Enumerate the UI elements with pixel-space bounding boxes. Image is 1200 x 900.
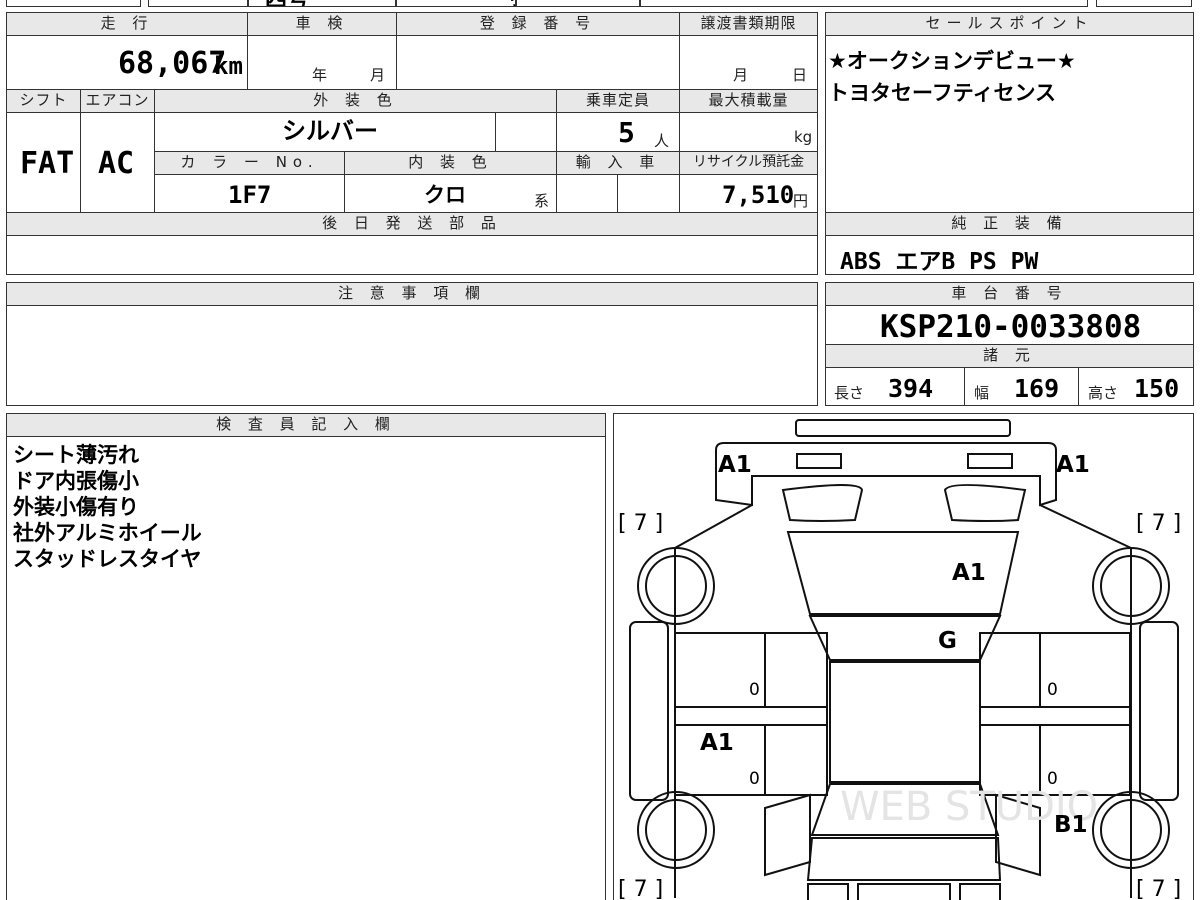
equipment-header: 純 正 装 備	[825, 212, 1194, 236]
recycle-value: 7,510	[722, 181, 795, 209]
top-strip-cell	[516, 0, 640, 7]
shift-value: FAT	[20, 146, 75, 181]
inspector-header: 検 査 員 記 入 欄	[6, 413, 606, 437]
recycle-unit: 円	[793, 192, 809, 210]
color-no-header: カ ラ ー No.	[154, 151, 345, 175]
capacity-header: 乗車定員	[556, 89, 680, 113]
import-cell-2	[617, 174, 680, 213]
inspector-line: シート薄汚れ	[13, 443, 139, 467]
top-strip-cell	[6, 0, 141, 7]
inspector-line: 外装小傷有り	[13, 495, 139, 519]
tire-rear-right: [ 7 ]	[1136, 877, 1181, 900]
mark-front-right: A1	[1056, 452, 1090, 478]
import-header: 輸 入 車	[556, 151, 680, 175]
inspection-month-unit: 月	[370, 66, 386, 84]
tire-rear-left: [ 7 ]	[618, 877, 663, 900]
mileage-value: 68,067	[118, 46, 227, 81]
mileage-header: 走 行	[6, 12, 248, 36]
shift-header: シフト	[6, 89, 81, 113]
registration-cell	[396, 35, 680, 90]
ac-value: AC	[98, 146, 135, 181]
exterior-extra-cell	[495, 112, 557, 152]
inspector-line: スタッドレスタイヤ	[13, 547, 202, 571]
top-strip-cell	[1096, 0, 1192, 7]
width-value: 169	[1014, 374, 1060, 403]
inspection-header: 車 検	[247, 12, 397, 36]
length-label: 長さ	[834, 384, 865, 402]
interior-value: クロ	[424, 183, 466, 207]
equipment-value: ABS エアB PS PW	[840, 249, 1039, 275]
interior-header: 内 装 色	[344, 151, 557, 175]
top-strip-cell	[640, 0, 1088, 7]
import-cell-1	[556, 174, 618, 213]
sales-points-header: セールスポイント	[825, 12, 1194, 36]
inspector-line: 社外アルミホイール	[13, 521, 202, 545]
car-diagram: WEB STUDIO A1 A1 A1 G A1 B1 0 0 0 0 [ 7 …	[618, 419, 1181, 900]
mark-zero: 0	[749, 680, 760, 700]
mark-right-rear: B1	[1054, 812, 1088, 838]
maxload-header: 最大積載量	[679, 89, 818, 113]
notes-header: 注 意 事 項 欄	[6, 282, 818, 306]
top-strip-text: 四号	[265, 0, 309, 6]
sales-point-line: トヨタセーフティセンス	[828, 81, 1057, 105]
ac-header: エアコン	[80, 89, 155, 113]
color-no-value: 1F7	[228, 181, 272, 209]
transfer-day-unit: 日	[792, 66, 808, 84]
later-parts-cell	[6, 235, 818, 275]
spec-header: 諸 元	[825, 344, 1194, 368]
top-strip-cell: 四号	[248, 0, 396, 7]
inspector-line: ドア内張傷小	[13, 469, 139, 493]
mark-zero: 0	[1047, 769, 1058, 789]
mark-hood: A1	[952, 560, 986, 586]
mileage-unit: km	[214, 52, 243, 80]
height-label: 高さ	[1088, 384, 1119, 402]
tire-front-left: [ 7 ]	[618, 511, 663, 536]
mark-left-door: A1	[700, 730, 734, 756]
capacity-value: 5	[618, 116, 635, 149]
transfer-header: 譲渡書類期限	[679, 12, 818, 36]
sales-point-line: ★オークションデビュー★	[828, 49, 1076, 73]
length-value: 394	[888, 374, 934, 403]
chassis-header: 車 台 番 号	[825, 282, 1194, 306]
tire-front-right: [ 7 ]	[1136, 511, 1181, 536]
exterior-value: シルバー	[282, 117, 378, 145]
maxload-unit: kg	[794, 128, 813, 146]
later-parts-header: 後 日 発 送 部 品	[6, 212, 818, 236]
top-strip-cell: り	[396, 0, 516, 7]
width-label: 幅	[974, 384, 990, 402]
height-value: 150	[1134, 374, 1180, 403]
registration-header: 登 録 番 号	[396, 12, 680, 36]
interior-unit: 系	[534, 192, 550, 210]
capacity-unit: 人	[654, 132, 670, 150]
top-strip: 四号 り	[0, 0, 1200, 8]
exterior-header: 外 装 色	[154, 89, 557, 113]
mark-windshield: G	[938, 628, 957, 654]
chassis-value: KSP210-0033808	[880, 309, 1142, 345]
recycle-header: リサイクル預託金	[679, 151, 818, 175]
top-strip-cell	[148, 0, 248, 7]
transfer-month-unit: 月	[733, 66, 749, 84]
mark-zero: 0	[749, 769, 760, 789]
top-strip-text-2: り	[507, 0, 515, 6]
inspection-year-unit: 年	[312, 66, 328, 84]
mark-zero: 0	[1047, 680, 1058, 700]
mark-front-left: A1	[718, 452, 752, 478]
